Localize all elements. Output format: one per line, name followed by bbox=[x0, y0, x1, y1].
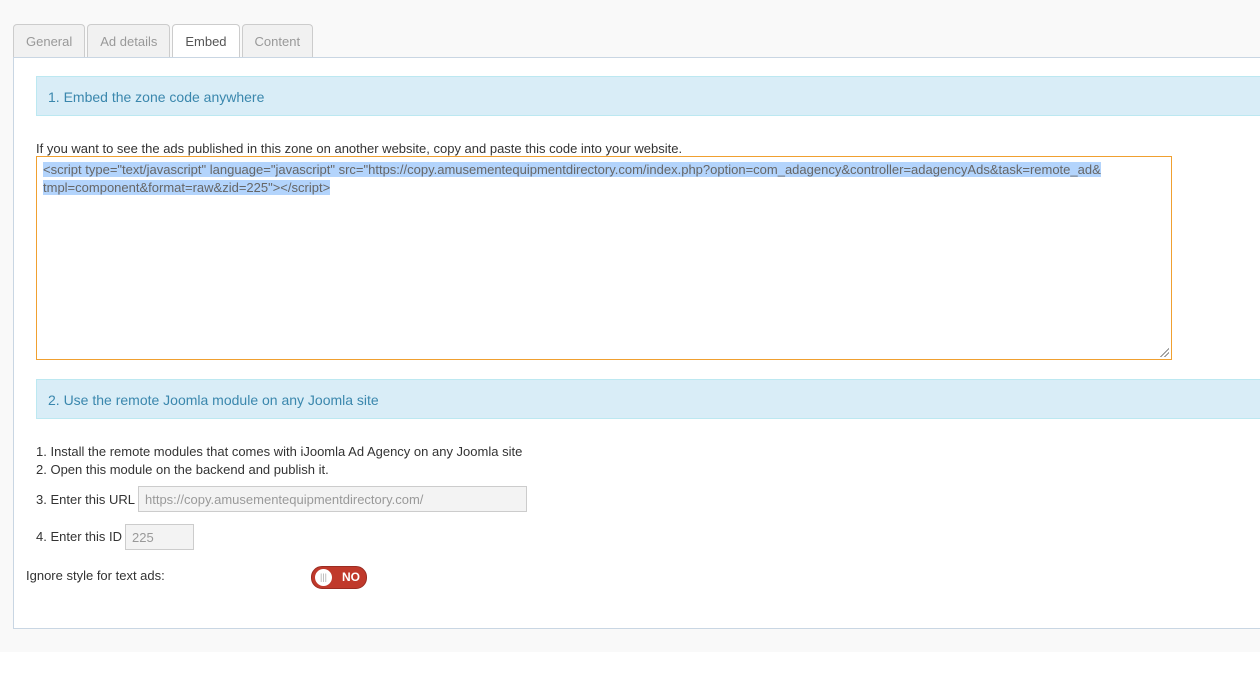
tab-bar: General Ad details Embed Content bbox=[13, 24, 314, 59]
step-4-label: 4. Enter this ID bbox=[36, 529, 122, 544]
step-1: 1. Install the remote modules that comes… bbox=[36, 444, 523, 459]
ignore-style-toggle[interactable]: ||| NO bbox=[311, 566, 367, 589]
section-header-embed: 1. Embed the zone code anywhere bbox=[36, 76, 1260, 116]
tab-general[interactable]: General bbox=[13, 24, 86, 57]
step-2: 2. Open this module on the backend and p… bbox=[36, 462, 329, 477]
tab-content[interactable]: Content bbox=[241, 24, 314, 57]
embed-panel: 1. Embed the zone code anywhere If you w… bbox=[13, 57, 1260, 629]
code-line-2: tmpl=component&format=raw&zid=225"></scr… bbox=[43, 180, 331, 195]
tab-ad-details[interactable]: Ad details bbox=[87, 24, 171, 57]
section-header-remote-module: 2. Use the remote Joomla module on any J… bbox=[36, 379, 1260, 419]
toggle-label: NO bbox=[342, 570, 360, 584]
code-line-1: <script type="text/javascript" language=… bbox=[43, 162, 1101, 177]
url-input[interactable]: https://copy.amusementequipmentdirectory… bbox=[138, 486, 527, 512]
toggle-knob-icon: ||| bbox=[315, 569, 332, 586]
embed-description: If you want to see the ads published in … bbox=[36, 141, 683, 156]
tab-embed[interactable]: Embed bbox=[172, 24, 240, 59]
step-3-label: 3. Enter this URL bbox=[36, 492, 135, 507]
embed-code-textarea[interactable]: <script type="text/javascript" language=… bbox=[36, 156, 1172, 360]
ignore-style-label: Ignore style for text ads: bbox=[26, 568, 165, 583]
id-input[interactable]: 225 bbox=[125, 524, 194, 550]
resize-grip-icon[interactable] bbox=[1159, 347, 1169, 357]
